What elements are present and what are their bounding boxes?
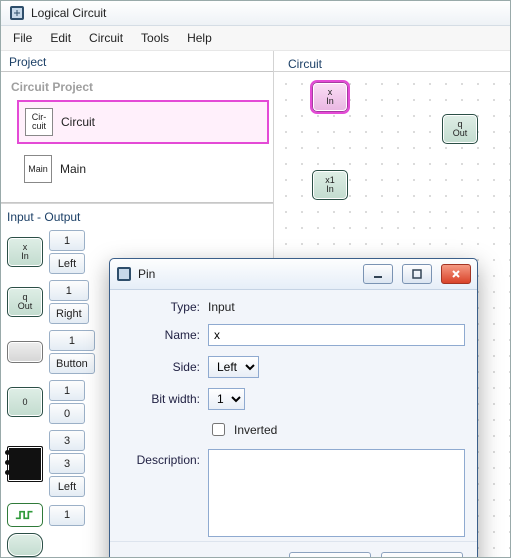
dialog-buttons: OK Cancel [110, 541, 477, 557]
bitwidth-select[interactable]: 1 [208, 388, 245, 410]
clock-node[interactable] [7, 503, 43, 527]
side-select[interactable]: Left [208, 356, 259, 378]
tree-item-label: Circuit [61, 115, 95, 129]
tree-item-icon: Cir- cuit [25, 108, 53, 136]
canvas-node-q[interactable]: qOut [442, 114, 478, 144]
project-tree: Circuit Project Cir- cuit Circuit Main M… [1, 71, 273, 203]
tree-item-label: Main [60, 162, 86, 176]
app-window: Logical Circuit File Edit Circuit Tools … [0, 0, 511, 558]
bitwidth-button[interactable]: 1 [49, 330, 95, 351]
dialog-icon [116, 266, 132, 282]
bitwidth-label: Bit width: [122, 392, 200, 406]
side-button[interactable]: Left [49, 476, 85, 497]
close-button[interactable] [441, 264, 471, 284]
canvas-node-x1[interactable]: x1In [312, 170, 348, 200]
side-button[interactable]: Left [49, 253, 85, 274]
pins-button[interactable]: 3 [49, 430, 85, 451]
titlebar[interactable]: Logical Circuit [1, 1, 510, 26]
menubar: File Edit Circuit Tools Help [1, 26, 510, 51]
menu-circuit[interactable]: Circuit [81, 28, 131, 48]
name-input[interactable] [208, 324, 465, 346]
menu-help[interactable]: Help [179, 28, 220, 48]
inverted-label: Inverted [234, 423, 277, 437]
tree-item-circuit[interactable]: Cir- cuit Circuit [17, 100, 269, 144]
name-label: Name: [122, 328, 200, 342]
project-label: Project [1, 51, 273, 71]
side-label: Side: [122, 360, 200, 374]
dialog-body: Type: Input Name: Side: Left Bit width: … [110, 290, 477, 541]
ok-button[interactable]: OK [289, 552, 371, 557]
output-pin-node[interactable]: qOut [7, 287, 43, 317]
value-button[interactable]: 0 [49, 403, 85, 424]
bitwidth-button[interactable]: 1 [49, 230, 85, 251]
tree-item-icon: Main [24, 155, 52, 183]
bitwidth-button[interactable]: 1 [49, 280, 89, 301]
type-button[interactable]: Button [49, 353, 95, 374]
constant-node[interactable]: 0 [7, 387, 43, 417]
menu-tools[interactable]: Tools [133, 28, 177, 48]
tree-item-main[interactable]: Main Main [17, 148, 269, 190]
description-label: Description: [122, 449, 200, 467]
side-button[interactable]: Right [49, 303, 89, 324]
extra-node[interactable] [7, 533, 43, 557]
pins-button[interactable]: 3 [49, 453, 85, 474]
dialog-titlebar[interactable]: Pin [110, 259, 477, 290]
canvas-node-x[interactable]: xIn [312, 82, 348, 112]
dialog-title: Pin [138, 267, 155, 281]
window-title: Logical Circuit [31, 6, 106, 20]
app-icon [9, 5, 25, 21]
type-value: Input [208, 300, 235, 314]
description-textarea[interactable] [208, 449, 465, 537]
splitter-node[interactable] [7, 446, 43, 482]
maximize-button[interactable] [402, 264, 432, 284]
bitwidth-button[interactable]: 1 [49, 380, 85, 401]
pin-dialog: Pin Type: Input Name: Side: Left Bit wid… [109, 258, 478, 557]
palette-label: Input - Output [1, 203, 273, 226]
type-label: Type: [122, 300, 200, 314]
circuit-label: Circuit [280, 53, 330, 73]
project-tree-header: Circuit Project [7, 78, 273, 96]
bitwidth-button[interactable]: 1 [49, 505, 85, 526]
input-pin-node[interactable]: xIn [7, 237, 43, 267]
minimize-button[interactable] [363, 264, 393, 284]
inverted-checkbox[interactable] [212, 423, 225, 436]
menu-file[interactable]: File [5, 28, 40, 48]
menu-edit[interactable]: Edit [42, 28, 79, 48]
button-node[interactable] [7, 341, 43, 363]
cancel-button[interactable]: Cancel [381, 552, 463, 557]
